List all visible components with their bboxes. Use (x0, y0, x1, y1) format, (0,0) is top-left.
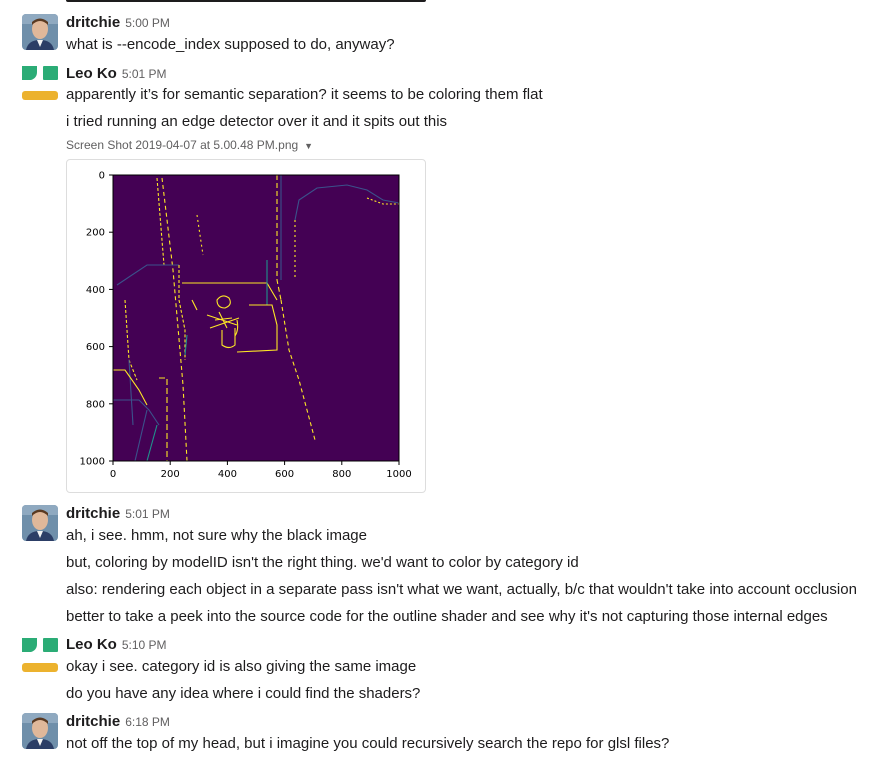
author-name[interactable]: dritchie 5:01 PM (66, 505, 170, 523)
avatar-leo-ko-image (22, 638, 58, 672)
author-name[interactable]: Leo Ko 5:10 PM (66, 636, 167, 654)
y-axis-ticks: 0 200 400 600 800 1000 (80, 171, 113, 468)
plot-area (113, 175, 399, 461)
x-tick-label: 800 (332, 469, 351, 480)
message-text: i tried running an edge detector over it… (66, 113, 448, 130)
y-tick-label: 600 (86, 342, 105, 353)
image-attachment[interactable]: 0 200 400 600 800 1000 0 200 400 600 800 1000 (66, 159, 426, 493)
edge-detection-plot: 0 200 400 600 800 1000 0 200 400 600 800 1000 (80, 171, 412, 481)
chevron-down-icon[interactable]: ▼ (304, 141, 313, 151)
message-text: also: rendering each object in a separat… (66, 581, 857, 598)
author-label[interactable]: Leo Ko (66, 65, 117, 82)
y-tick-label: 200 (86, 228, 105, 239)
timestamp[interactable]: 5:00 PM (125, 16, 170, 30)
x-tick-label: 0 (110, 469, 116, 480)
author-label[interactable]: dritchie (66, 505, 120, 522)
message-text: better to take a peek into the source co… (66, 608, 828, 625)
message-text: okay i see. category id is also giving t… (66, 658, 417, 675)
avatar-leo-ko[interactable] (22, 64, 58, 100)
y-tick-label: 800 (86, 399, 105, 410)
message-text: do you have any idea where i could find … (66, 685, 421, 702)
avatar-dritchie[interactable] (22, 713, 58, 749)
attachment-filename-text[interactable]: Screen Shot 2019-04-07 at 5.00.48 PM.png (66, 138, 298, 152)
timestamp[interactable]: 5:10 PM (122, 638, 167, 652)
avatar-dritchie[interactable] (22, 505, 58, 541)
x-axis-ticks: 0 200 400 600 800 1000 (110, 461, 412, 480)
author-name[interactable]: dritchie 5:00 PM (66, 14, 170, 32)
avatar-leo-ko-image (22, 66, 58, 100)
message-text: but, coloring by modelID isn't the right… (66, 554, 579, 571)
avatar-leo-ko[interactable] (22, 636, 58, 672)
x-tick-label: 400 (218, 469, 237, 480)
author-label[interactable]: dritchie (66, 713, 120, 730)
timestamp[interactable]: 5:01 PM (125, 507, 170, 521)
author-name[interactable]: dritchie 6:18 PM (66, 713, 170, 731)
x-tick-label: 200 (161, 469, 180, 480)
message-text: apparently it’s for semantic separation?… (66, 86, 543, 103)
message-text: not off the top of my head, but i imagin… (66, 735, 670, 752)
x-tick-label: 600 (275, 469, 294, 480)
avatar-dritchie[interactable] (22, 14, 58, 50)
x-tick-label: 1000 (386, 469, 411, 480)
avatar-dritchie-image (22, 505, 58, 541)
previous-attachment-border (66, 0, 426, 2)
author-name[interactable]: Leo Ko 5:01 PM (66, 65, 167, 83)
message-text: what is --encode_index supposed to do, a… (66, 36, 395, 53)
y-tick-label: 1000 (80, 457, 105, 468)
timestamp[interactable]: 6:18 PM (125, 715, 170, 729)
y-tick-label: 0 (99, 171, 105, 182)
message-text: ah, i see. hmm, not sure why the black i… (66, 527, 367, 544)
y-tick-label: 400 (86, 285, 105, 296)
attachment-filename[interactable]: Screen Shot 2019-04-07 at 5.00.48 PM.png… (66, 137, 313, 154)
author-label[interactable]: dritchie (66, 14, 120, 31)
author-label[interactable]: Leo Ko (66, 636, 117, 653)
avatar-dritchie-image (22, 14, 58, 50)
timestamp[interactable]: 5:01 PM (122, 67, 167, 81)
avatar-dritchie-image (22, 713, 58, 749)
